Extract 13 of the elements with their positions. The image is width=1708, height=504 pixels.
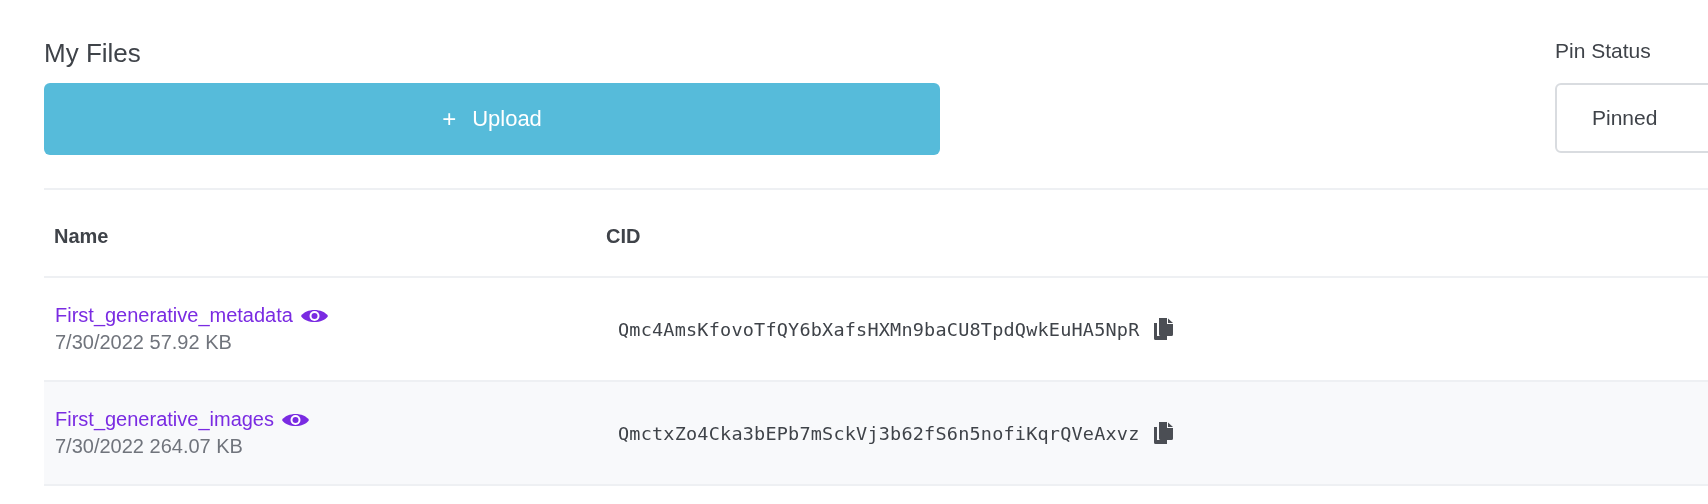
column-header: Name: [53, 224, 110, 248]
file-name-link[interactable]: First_generative_metadata: [55, 304, 293, 327]
pin-status-dropdown[interactable]: Pinned: [1555, 83, 1708, 153]
copy-icon[interactable]: [1153, 318, 1174, 340]
file-name-link[interactable]: First_generative_images: [55, 408, 274, 431]
cid-text: QmctxZo4Cka3bEPb7mSckVj3b62fS6n5nofiKqrQVeAxvz: [618, 422, 1140, 444]
pin-status-label: Pin Status: [1555, 38, 1652, 64]
file-meta: 7/30/2022 57.92 KB: [55, 331, 233, 354]
file-meta: 7/30/2022 264.07 KB: [55, 435, 244, 458]
cid-text: Qmc4AmsKfovoTfQY6bXafsHXMn9baCU8TpdQwkEuHA5NpR: [618, 318, 1140, 340]
column-header: CID: [606, 224, 642, 248]
page-title: My Files: [44, 37, 142, 69]
copy-icon[interactable]: [1153, 422, 1174, 444]
